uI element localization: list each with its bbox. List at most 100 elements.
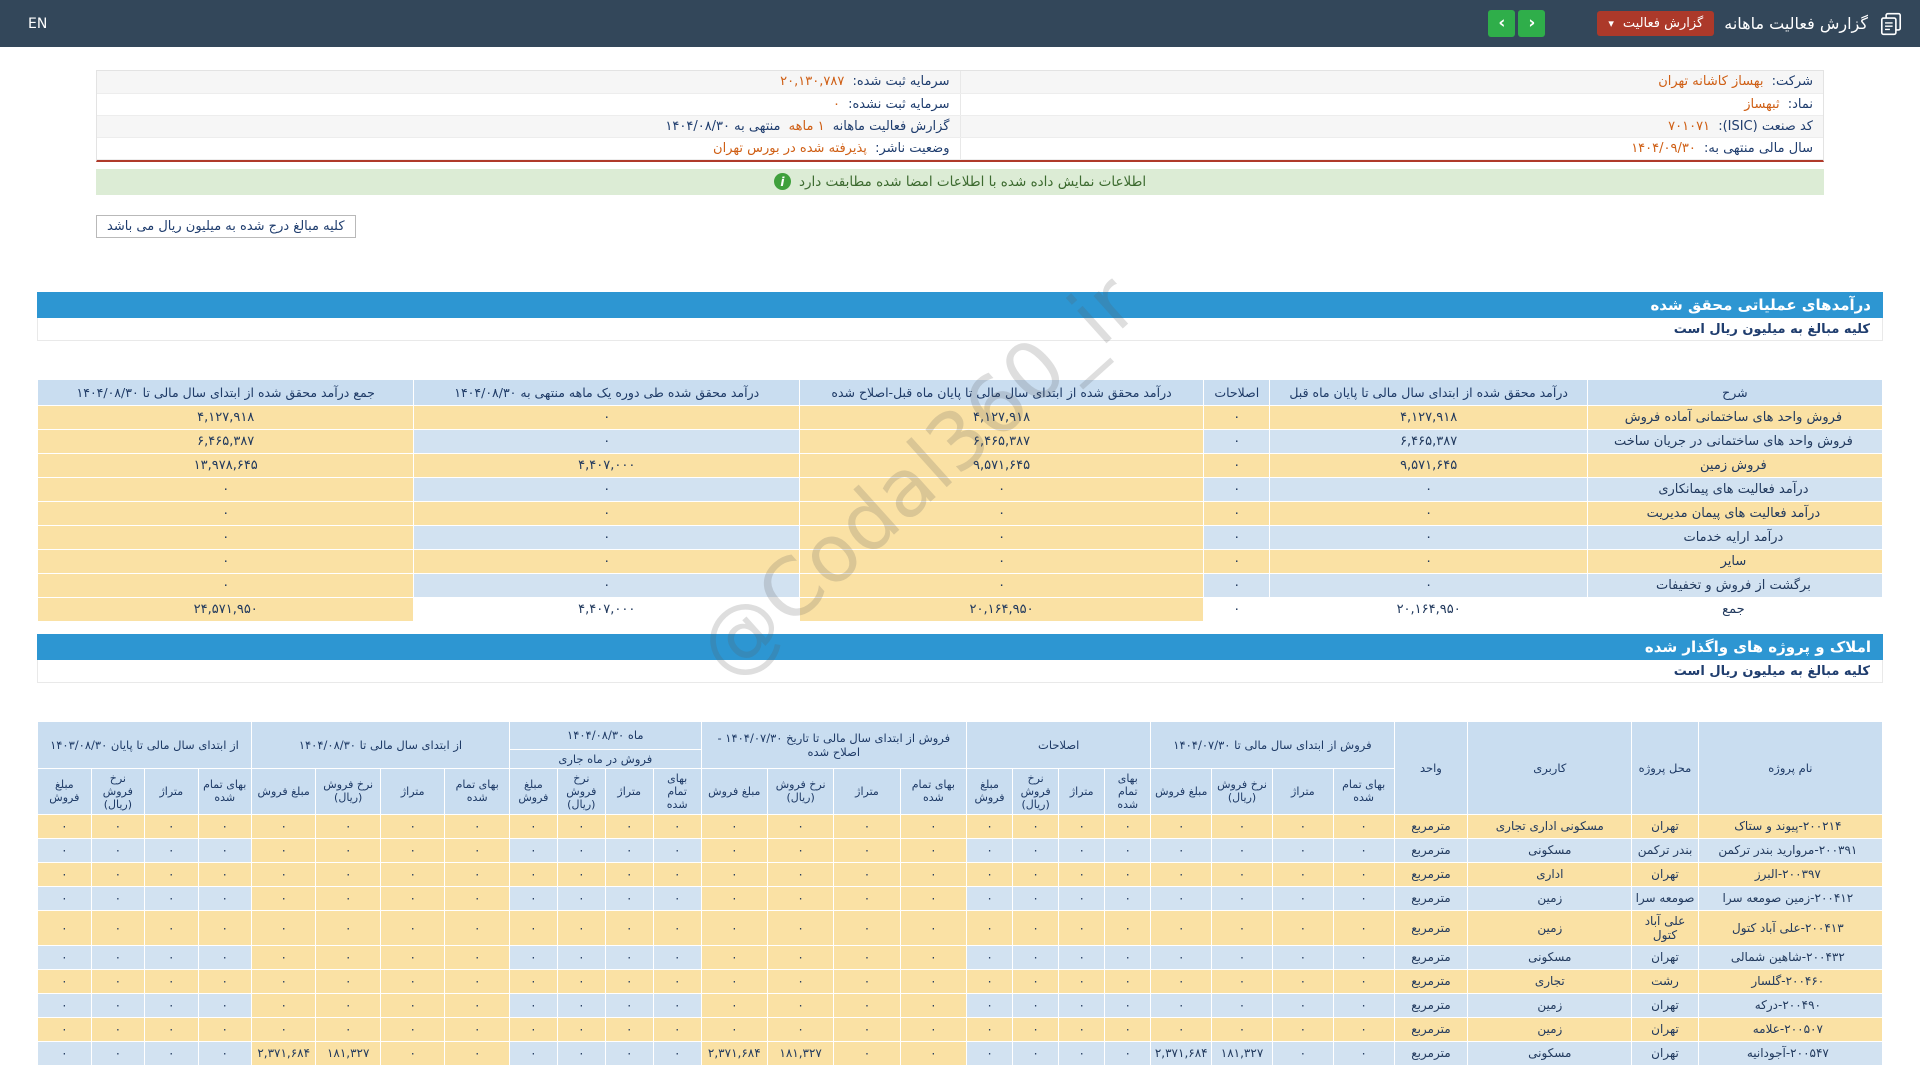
value-cell: ۰ xyxy=(1272,1017,1333,1041)
value-cell: ۰ xyxy=(900,945,966,969)
report-type-dropdown[interactable]: گزارش فعالیت ▾ xyxy=(1597,11,1714,36)
prev-report-button[interactable]: ‹ xyxy=(1488,10,1515,37)
t2-subheader: متراژ xyxy=(145,768,198,814)
report-copy-icon[interactable] xyxy=(1878,11,1904,37)
row-label: جمع xyxy=(1587,597,1882,621)
isic-code-cell: کد صنعت (ISIC): ۷۰۱۰۷۱ xyxy=(960,115,1823,137)
next-report-button[interactable]: › xyxy=(1518,10,1545,37)
project-usage: اداری xyxy=(1468,862,1632,886)
value-cell: ۰ xyxy=(251,993,316,1017)
info-icon: i xyxy=(774,173,791,190)
language-toggle[interactable]: EN xyxy=(28,16,47,32)
value-cell: ۰ xyxy=(38,525,414,549)
col-header-description: شرح xyxy=(1587,379,1882,405)
value-cell: ۰ xyxy=(198,838,251,862)
value-cell: ۰ xyxy=(198,862,251,886)
value-cell: ۰ xyxy=(653,1017,701,1041)
value-cell: ۰ xyxy=(1013,969,1059,993)
value-cell: ۰ xyxy=(509,838,557,862)
value-cell: ۰ xyxy=(653,993,701,1017)
project-location: تهران xyxy=(1632,993,1698,1017)
value-cell: ۰ xyxy=(557,838,605,862)
value-cell: ۰ xyxy=(1212,969,1273,993)
value-cell: ۰ xyxy=(967,910,1013,945)
value-cell: ۲۰,۱۶۴,۹۵۰ xyxy=(1270,597,1587,621)
project-unit: مترمربع xyxy=(1394,993,1468,1017)
row-label: درآمد فعالیت های پیمانکاری xyxy=(1587,477,1882,501)
value-cell: ۰ xyxy=(1204,477,1270,501)
t2-subheader: نرخ فروش (ریال) xyxy=(1013,768,1059,814)
project-usage: تجاری xyxy=(1468,969,1632,993)
value-cell: ۰ xyxy=(316,814,381,838)
project-usage: مسکونی xyxy=(1468,945,1632,969)
value-cell: ۰ xyxy=(1270,573,1587,597)
value-cell: ۰ xyxy=(1013,1017,1059,1041)
issuer-status-cell: وضعیت ناشر: پذیرفته شده در بورس تهران xyxy=(97,137,960,159)
value-cell: ۰ xyxy=(834,814,900,838)
value-cell: ۰ xyxy=(145,886,198,910)
project-location: تهران xyxy=(1632,945,1698,969)
value-cell: ۰ xyxy=(557,1017,605,1041)
col-header-prev-period: درآمد محقق شده از ابتدای سال مالی تا پای… xyxy=(1270,379,1587,405)
company-info-panel: شرکت: بهساز کاشانه تهران سرمایه ثبت شده:… xyxy=(96,70,1824,162)
value-cell: ۰ xyxy=(380,969,445,993)
value-cell: ۰ xyxy=(509,814,557,838)
info-value: بهساز کاشانه تهران xyxy=(1658,74,1763,89)
t2-subheader: بهای تمام شده xyxy=(900,768,966,814)
project-usage: زمین xyxy=(1468,993,1632,1017)
project-row: ۲۰۰۵۴۷-آجودانیهتهرانمسکونیمترمربع۰۰۱۸۱,۳… xyxy=(38,1041,1883,1065)
value-cell: ۰ xyxy=(605,886,653,910)
value-cell: ۰ xyxy=(1013,993,1059,1017)
col-header-adjusted: درآمد محقق شده از ابتدای سال مالی تا پای… xyxy=(800,379,1204,405)
value-cell: ۰ xyxy=(967,838,1013,862)
value-cell: ۰ xyxy=(1272,886,1333,910)
project-name: ۲۰۰۴۱۲-زمین صومعه سرا xyxy=(1698,886,1882,910)
t2-subheader: بهای تمام شده xyxy=(653,768,701,814)
value-cell: ۰ xyxy=(91,886,144,910)
t2-subheader: متراژ xyxy=(605,768,653,814)
value-cell: ۰ xyxy=(557,910,605,945)
value-cell: ۰ xyxy=(414,501,800,525)
value-cell: ۰ xyxy=(1059,862,1105,886)
value-cell: ۰ xyxy=(1151,945,1212,969)
value-cell: ۲۴,۵۷۱,۹۵۰ xyxy=(38,597,414,621)
report-nav-group: ‹ › xyxy=(1488,10,1545,37)
value-cell: ۰ xyxy=(1333,945,1394,969)
projects-table-body: ۲۰۰۲۱۴-پیوند و ستاکتهرانمسکونی اداری تجا… xyxy=(38,814,1883,1065)
value-cell: ۰ xyxy=(316,993,381,1017)
value-cell: ۰ xyxy=(701,969,767,993)
value-cell: ۰ xyxy=(1105,910,1151,945)
value-cell: ۰ xyxy=(653,1041,701,1065)
group-subheader-current-month-sales: فروش در ماه جاری xyxy=(509,749,701,768)
value-cell: ۰ xyxy=(701,993,767,1017)
value-cell: ۰ xyxy=(445,1041,510,1065)
info-label: سرمایه ثبت نشده: xyxy=(848,97,949,112)
value-cell: ۰ xyxy=(834,1017,900,1041)
value-cell: ۰ xyxy=(767,993,833,1017)
value-cell: ۰ xyxy=(509,969,557,993)
value-cell: ۰ xyxy=(198,910,251,945)
value-cell: ۰ xyxy=(251,910,316,945)
value-cell: ۰ xyxy=(900,814,966,838)
company-info-row: نماد: ثبهساز سرمایه ثبت نشده: ۰ xyxy=(97,93,1823,115)
registered-capital-cell: سرمایه ثبت شده: ۲۰,۱۳۰,۷۸۷ xyxy=(97,71,960,93)
revenue-row: فروش واحد های ساختمانی در جریان ساخت۶,۴۶… xyxy=(38,429,1883,453)
project-row: ۲۰۰۳۹۷-البرزتهراناداریمترمربع۰۰۰۰۰۰۰۰۰۰۰… xyxy=(38,862,1883,886)
value-cell: ۰ xyxy=(198,945,251,969)
value-cell: ۰ xyxy=(1105,969,1151,993)
value-cell: ۰ xyxy=(380,910,445,945)
value-cell: ۰ xyxy=(900,993,966,1017)
value-cell: ۰ xyxy=(800,573,1204,597)
value-cell: ۰ xyxy=(767,910,833,945)
projects-table: نام پروژه محل پروژه کاربری واحد فروش از … xyxy=(37,721,1883,1066)
project-row: ۲۰۰۲۱۴-پیوند و ستاکتهرانمسکونی اداری تجا… xyxy=(38,814,1883,838)
value-cell: ۰ xyxy=(653,910,701,945)
value-cell: ۰ xyxy=(509,910,557,945)
value-cell: ۰ xyxy=(316,969,381,993)
value-cell: ۰ xyxy=(1212,993,1273,1017)
value-cell: ۰ xyxy=(251,945,316,969)
value-cell: ۰ xyxy=(557,886,605,910)
project-name: ۲۰۰۳۹۷-البرز xyxy=(1698,862,1882,886)
project-location: تهران xyxy=(1632,1017,1698,1041)
info-label: کد صنعت (ISIC): xyxy=(1718,119,1813,134)
